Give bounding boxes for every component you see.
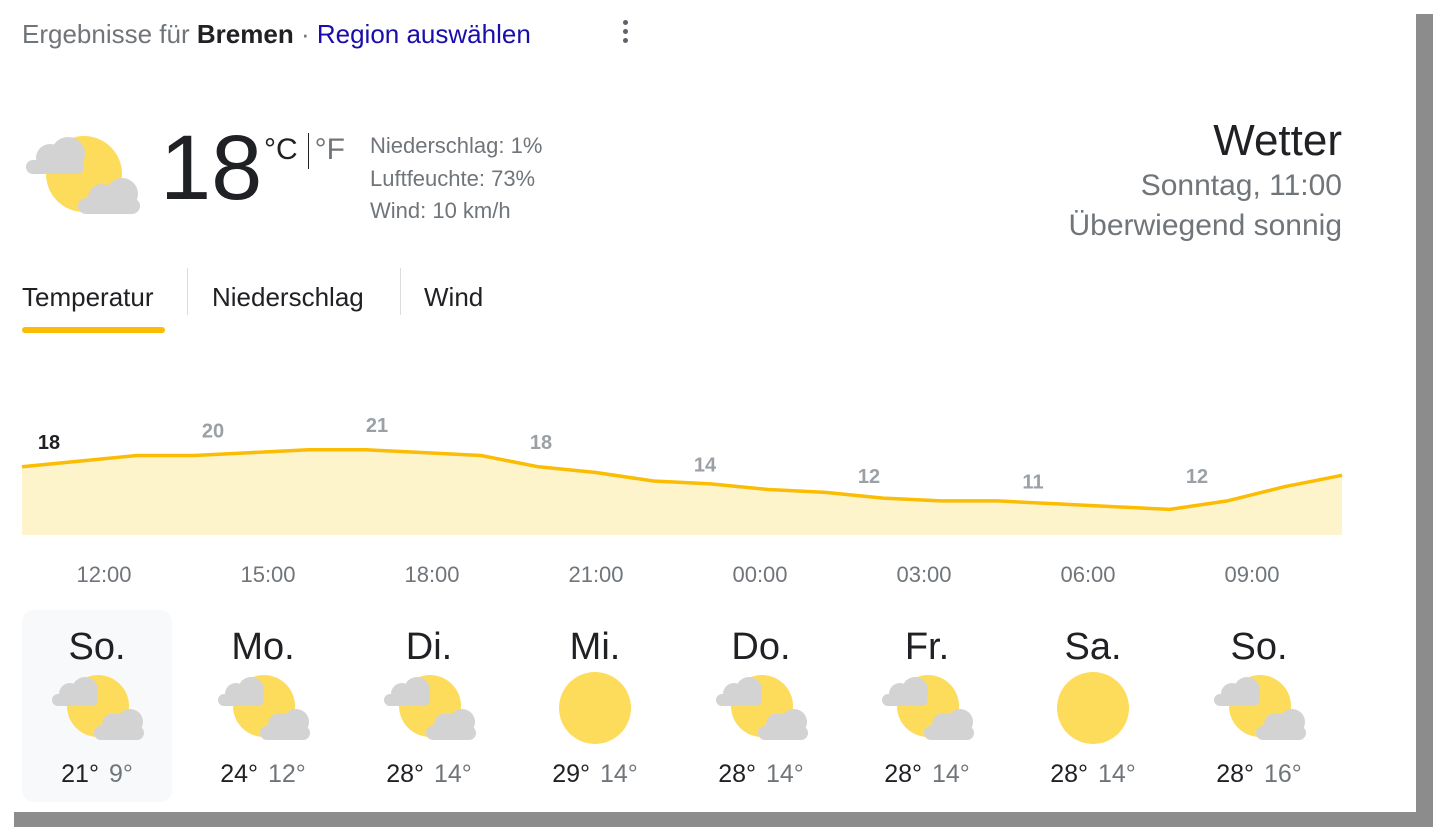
tab-temperatur[interactable]: Temperatur <box>22 268 165 334</box>
day-name: So. <box>1230 626 1288 668</box>
day-name: Fr. <box>904 626 950 668</box>
forecast-day-card[interactable]: Mo. 24° 12° <box>188 610 338 802</box>
x-tick-label: 15:00 <box>240 562 295 587</box>
data-label: 20 <box>202 420 224 442</box>
x-tick-label: 21:00 <box>568 562 623 587</box>
weather-title: Wetter <box>1213 116 1342 165</box>
low-temp: 12° <box>268 760 306 788</box>
weather-datetime: Sonntag, 11:00 <box>1140 169 1342 202</box>
high-temp: 28° <box>1216 760 1254 788</box>
day-temperatures: 28° 14° <box>354 760 504 789</box>
partly-cloudy-icon <box>712 672 810 744</box>
location-name: Bremen <box>196 19 294 49</box>
weather-summary: Wetter Sonntag, 11:00 Überwiegend sonnig <box>1068 116 1342 246</box>
frame-shadow-corner <box>0 812 14 827</box>
day-name: Do. <box>731 626 791 668</box>
forecast-day-card[interactable]: Fr. 28° 14° <box>852 610 1002 802</box>
low-temp: 14° <box>932 760 970 788</box>
data-label: 18 <box>38 432 60 454</box>
day-name: Di. <box>405 626 453 668</box>
partly-cloudy-icon <box>878 672 976 744</box>
day-name: Mi. <box>569 626 621 668</box>
data-label: 12 <box>858 466 880 488</box>
tab-divider <box>400 268 401 315</box>
high-temp: 28° <box>386 760 424 788</box>
region-select-link[interactable]: Region auswählen <box>317 19 531 49</box>
forecast-day-card[interactable]: Sa. 28° 14° <box>1018 610 1168 802</box>
sunny-icon <box>546 672 644 744</box>
partly-cloudy-icon <box>22 126 144 222</box>
day-temperatures: 29° 14° <box>520 760 670 789</box>
weather-condition: Überwiegend sonnig <box>1068 209 1342 242</box>
day-temperatures: 24° 12° <box>188 760 338 789</box>
results-prefix: Ergebnisse für <box>22 19 190 49</box>
humidity-value: Luftfeuchte: 73% <box>370 165 536 191</box>
tab-wind[interactable]: Wind <box>424 268 490 334</box>
current-details: Niederschlag: 1% Luftfeuchte: 73% Wind: … <box>370 130 542 228</box>
forecast-day-card[interactable]: Do. 28° 14° <box>686 610 836 802</box>
unit-divider <box>307 133 309 169</box>
low-temp: 16° <box>1264 760 1302 788</box>
partly-cloudy-icon <box>380 672 478 744</box>
data-label: 21 <box>366 415 388 437</box>
day-temperatures: 28° 14° <box>852 760 1002 789</box>
tab-label: Niederschlag <box>212 282 364 312</box>
forecast-day-card[interactable]: So. 28° 16° <box>1184 610 1334 802</box>
x-tick-label: 18:00 <box>404 562 459 587</box>
low-temp: 14° <box>766 760 804 788</box>
fahrenheit-toggle[interactable]: °F <box>315 133 345 167</box>
partly-cloudy-icon <box>214 672 312 744</box>
forecast-day-card[interactable]: So. 21° 9° <box>22 610 172 802</box>
data-label: 14 <box>694 455 717 477</box>
partly-cloudy-icon <box>48 672 146 744</box>
low-temp: 9° <box>108 760 133 788</box>
day-temperatures: 28° 14° <box>1018 760 1168 789</box>
data-label: 11 <box>1022 472 1043 494</box>
x-tick-label: 00:00 <box>732 562 787 587</box>
temperature-chart[interactable]: 18 12:00 20 15:00 21 18:00 18 21:00 14 00:00 12 03:… <box>0 410 1433 610</box>
high-temp: 28° <box>718 760 756 788</box>
tab-label: Wind <box>424 282 484 312</box>
day-temperatures: 28° 14° <box>686 760 836 789</box>
tab-divider <box>187 268 188 315</box>
high-temp: 24° <box>220 760 258 788</box>
x-tick-label: 12:00 <box>76 562 131 587</box>
data-label: 12 <box>1186 466 1208 488</box>
day-temperatures: 21° 9° <box>22 760 172 789</box>
day-name: Sa. <box>1064 626 1122 668</box>
high-temp: 21° <box>61 760 99 788</box>
results-location-line: Ergebnisse für Bremen · Region auswählen <box>22 19 531 50</box>
tab-label: Temperatur <box>22 282 154 312</box>
more-options-icon[interactable] <box>616 18 634 50</box>
x-tick-label: 09:00 <box>1224 562 1279 587</box>
current-temperature: 18 <box>160 117 263 219</box>
wind-value: Wind: 10 km/h <box>370 198 511 223</box>
frame-shadow-corner <box>1416 0 1433 14</box>
forecast-day-card[interactable]: Mi. 29° 14° <box>520 610 670 802</box>
x-tick-label: 03:00 <box>896 562 951 587</box>
temperature-area <box>22 449 1342 535</box>
high-temp: 28° <box>1050 760 1088 788</box>
x-tick-label: 06:00 <box>1060 562 1115 587</box>
forecast-day-card[interactable]: Di. 28° 14° <box>354 610 504 802</box>
high-temp: 28° <box>884 760 922 788</box>
low-temp: 14° <box>434 760 472 788</box>
day-name: Mo. <box>231 626 295 668</box>
sunny-icon <box>1044 672 1142 744</box>
low-temp: 14° <box>600 760 638 788</box>
day-temperatures: 28° 16° <box>1184 760 1334 789</box>
separator-dot: · <box>300 19 310 49</box>
data-label: 18 <box>530 432 552 454</box>
tab-niederschlag[interactable]: Niederschlag <box>212 268 377 334</box>
high-temp: 29° <box>552 760 590 788</box>
frame-shadow-bottom <box>0 812 1433 827</box>
day-name: So. <box>68 626 126 668</box>
celsius-toggle[interactable]: °C <box>264 133 298 167</box>
active-tab-indicator <box>22 327 165 333</box>
unit-switcher: °C °F <box>264 133 345 169</box>
partly-cloudy-icon <box>1210 672 1308 744</box>
precipitation-value: Niederschlag: 1% <box>370 133 543 158</box>
low-temp: 14° <box>1098 760 1136 788</box>
